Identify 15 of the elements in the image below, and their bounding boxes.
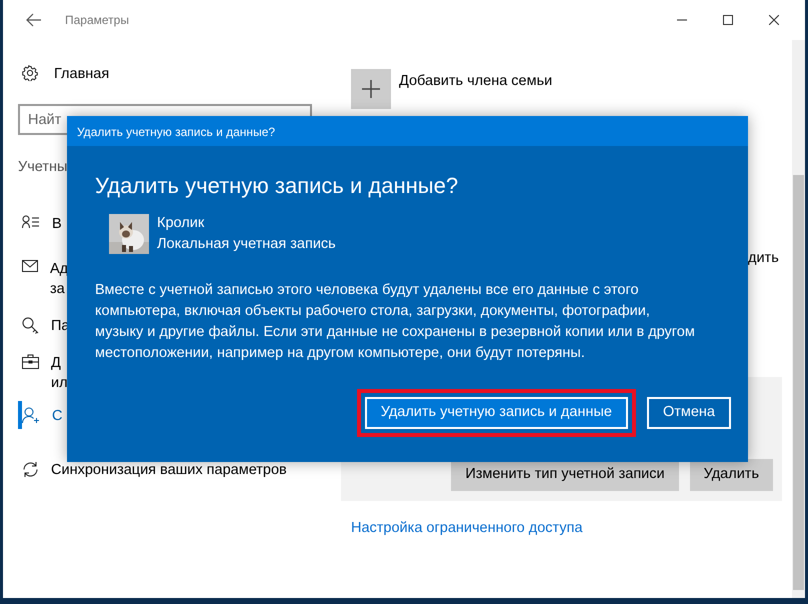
add-family-label: Добавить члена семьи <box>399 72 552 91</box>
sidebar-label: за <box>50 280 65 299</box>
section-heading: Учетны <box>18 158 68 177</box>
account-text: дить <box>748 249 780 268</box>
sidebar-label: Д <box>51 354 61 373</box>
dialog-heading: Удалить учетную запись и данные? <box>95 172 460 200</box>
warning-message: Вместе с учетной записью этого человека будут удалены все его данные с этого компьютера, включая объекты рабочего стола, загрузки, документы, фотографии, музыку и другие файлы. Если эти данные не сохранены в резервной копии или в другом местоположении, например на другом компьютере, они будут потеряны. <box>95 281 696 363</box>
window-title: Параметры <box>65 12 129 29</box>
sidebar-label: В <box>52 214 62 234</box>
sidebar-label: Синхронизация ваших параметров <box>51 460 287 480</box>
user-name: Кролик <box>157 214 206 233</box>
account-type: Локальная учетная запись <box>157 235 336 254</box>
sidebar-label: С <box>52 406 62 426</box>
dialog-title: Удалить учетную запись и данные? <box>67 116 748 146</box>
sidebar-label: ил <box>51 374 68 393</box>
